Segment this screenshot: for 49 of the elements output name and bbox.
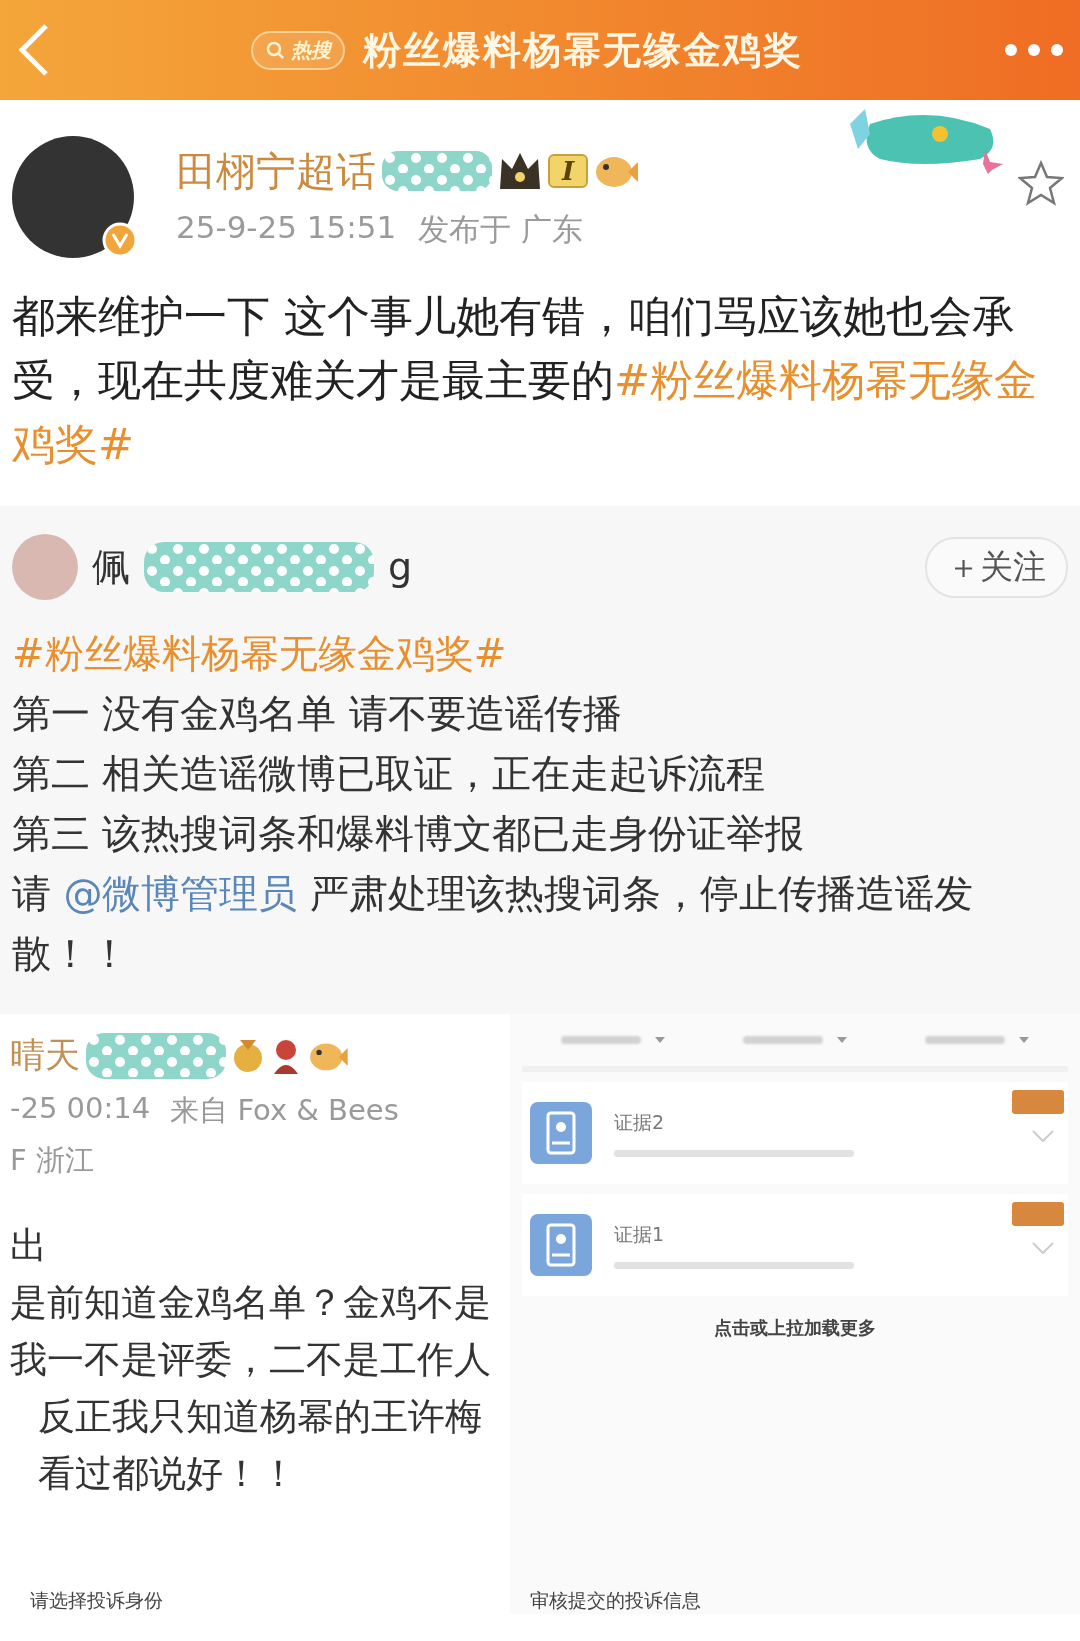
evidence-item[interactable]: 证据1 (522, 1194, 1068, 1296)
post-location: 发布于 广东 (418, 209, 584, 249)
evidence-title: 证据1 (614, 1221, 666, 1247)
chevron-down-icon[interactable] (1032, 1242, 1054, 1254)
comment-text: 出 (10, 1223, 48, 1269)
crown-icon (498, 151, 542, 191)
comment-text: 反正我只知道杨幂的王许梅 (37, 1394, 483, 1440)
post-text: 第二 相关造谣微博已取证，正在走起诉流程 (12, 750, 767, 798)
search-icon (265, 40, 285, 60)
evidence-title: 证据2 (614, 1109, 666, 1135)
post-text: 都来维护一下 这个事儿她有错，咱们骂应该她也会承受，现在共度难关才是最主要的#粉丝爆料杨幂无缘金鸡奖# (12, 290, 1039, 471)
chevron-down-icon[interactable] (1032, 1130, 1054, 1142)
post-text: #粉丝爆料杨幂无缘金鸡奖# (12, 630, 508, 678)
user-name[interactable]: 佩 (92, 541, 130, 593)
comment-location: F 浙江 (10, 1142, 95, 1179)
phone-file-icon (530, 1102, 592, 1164)
follow-button[interactable]: ＋关注 (925, 536, 1068, 598)
post-text: 第一 没有金鸡名单 请不要造谣传播 (12, 690, 623, 738)
page-title: 粉丝爆料杨幂无缘金鸡奖 (363, 26, 803, 74)
filter-dropdown[interactable] (743, 1036, 847, 1044)
status-badge (1012, 1090, 1064, 1114)
back-icon[interactable] (16, 22, 50, 78)
filter-dropdown[interactable] (925, 1036, 1029, 1044)
caret-icon (1019, 1037, 1029, 1043)
status-badge (1012, 1202, 1064, 1226)
mention-link[interactable]: @微博管理员 (63, 871, 298, 916)
comment-text: 看过都说好！！ (37, 1451, 298, 1497)
comment-text: 是前知道金鸡名单？金鸡不是 (10, 1280, 492, 1326)
section-label: 审核提交的投诉信息 (530, 1588, 701, 1613)
section-label: 请选择投诉身份 (30, 1588, 163, 1613)
post-text: 第三 该热搜词条和爆料博文都已走身份证举报 (12, 810, 806, 858)
caret-icon (655, 1037, 665, 1043)
phone-file-icon (530, 1214, 592, 1276)
comment-time: -25 00:14 (10, 1091, 151, 1127)
load-more-link[interactable]: 点击或上拉加载更多 (522, 1316, 1068, 1340)
star-icon[interactable] (1018, 160, 1064, 206)
post-time: 25-9-25 15:51 (176, 208, 397, 247)
user-name[interactable]: 晴天 (10, 1032, 80, 1079)
caret-icon (837, 1037, 847, 1043)
filter-dropdown[interactable] (561, 1036, 665, 1044)
comment-source: 来自 Fox & Bees (170, 1092, 399, 1129)
comment-text: 我一不是评委，二不是工作人 (10, 1337, 492, 1383)
post-text: 请 @微博管理员 严肃处理该热搜词条，停止传播造谣发散！！ (12, 870, 974, 978)
level-badge: I (548, 154, 589, 188)
user-name[interactable]: g (388, 545, 413, 589)
medal-icon (232, 1037, 264, 1074)
user-name[interactable]: 田栩宁超话 (176, 143, 376, 199)
evidence-item[interactable]: 证据2 (522, 1082, 1068, 1184)
more-icon[interactable] (1004, 43, 1064, 57)
